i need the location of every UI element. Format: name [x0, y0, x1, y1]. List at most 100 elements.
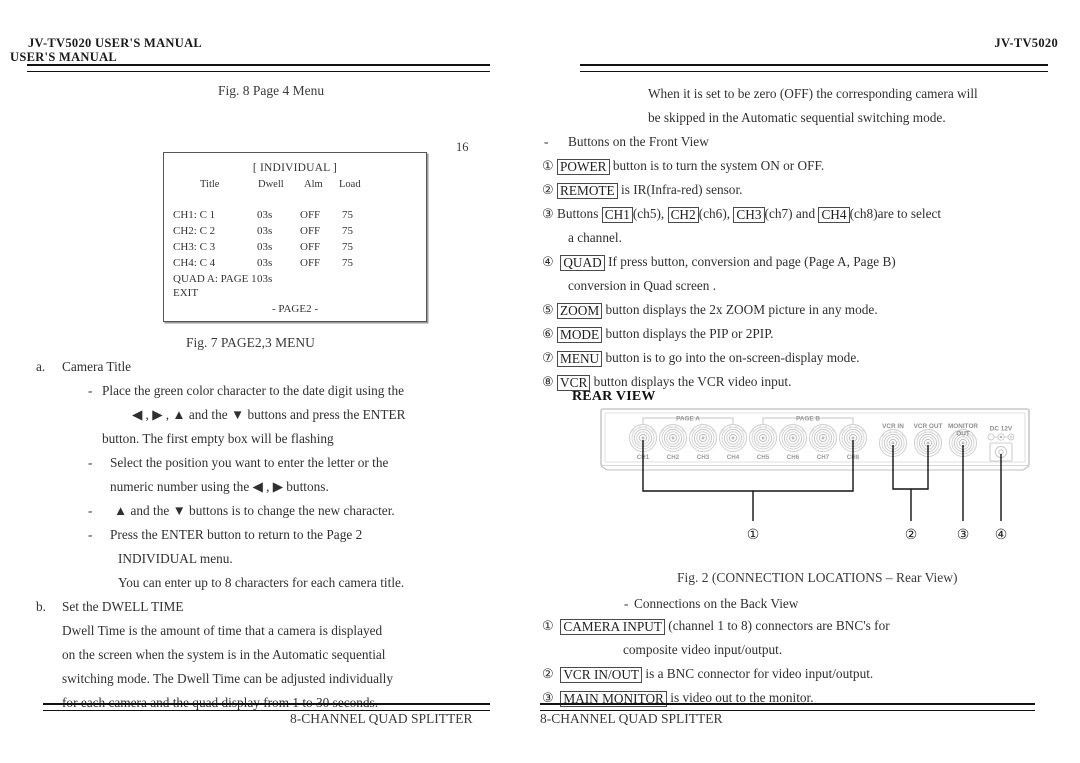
item-a-b1-line1: Place the green color character to the d…: [102, 383, 405, 398]
item-a-note: You can enter up to 8 characters for eac…: [118, 575, 405, 590]
back-view-dash: -: [624, 596, 629, 611]
group-label-page-a: PAGE A: [676, 416, 700, 423]
osd-row-alm: OFF: [300, 209, 321, 221]
rear-callout-3: ③: [957, 528, 970, 543]
osd-row: CH1: C 1 03s OFF 75: [164, 207, 426, 223]
remote-key: REMOTE: [557, 183, 618, 200]
front-item-8-text: button displays the VCR video input.: [593, 374, 792, 389]
footer-left: 8-CHANNEL QUAD SPLITTER: [290, 711, 473, 726]
osd-row-load: 75: [342, 241, 353, 253]
osd-row-dwell: 03s: [257, 209, 273, 221]
back-callout-number-2: ②: [542, 666, 554, 681]
menu-key: MENU: [557, 351, 603, 368]
bnc-label-ch3: CH3: [697, 454, 710, 461]
bnc-label-ch5: CH5: [757, 454, 770, 461]
osd-row-dwell: 03s: [257, 257, 273, 269]
front-item-3-seg1: (ch5),: [632, 206, 665, 221]
osd-row-dwell: 03s: [257, 225, 273, 237]
item-a-b4-line1: Press the ENTER button to return to the …: [110, 527, 363, 542]
bnc-label-ch7: CH7: [817, 454, 830, 461]
front-item-3: ③ Buttons CH1 (ch5), CH2 (ch6), CH3 (ch7) an…: [542, 202, 941, 226]
footer-rule-left: [43, 703, 490, 711]
osd-menu-box: [ INDIVIDUAL ] Title Dwell Alm Load CH1:…: [163, 152, 427, 322]
front-item-3-seg3: (ch7) and: [764, 206, 816, 221]
intro-line1: When it is set to be zero (OFF) the corr…: [648, 86, 978, 101]
rear-callout-2: ②: [905, 528, 918, 543]
osd-row-dwell: 03s: [257, 241, 273, 253]
back-item-1-text: (channel 1 to 8) connectors are BNC's fo…: [668, 618, 890, 633]
item-b-heading: Set the DWELL TIME: [62, 599, 184, 614]
front-item-7-text: button is to go into the on-screen-displ…: [605, 350, 860, 365]
rear-callout-4: ④: [995, 528, 1008, 543]
item-a-b4-line2: INDIVIDUAL menu.: [118, 551, 233, 566]
osd-row-name: QUAD A: PAGE 1: [173, 273, 257, 285]
item-a-b3-line1: ▲ and the ▼ buttons is to change the new…: [114, 503, 395, 518]
osd-row-name: CH1: C 1: [173, 209, 216, 221]
ch2-key: CH2: [667, 207, 699, 224]
callout-number-5: ⑤: [542, 302, 554, 317]
callout-number-2: ②: [542, 182, 554, 197]
camera-input-key: CAMERA INPUT: [560, 619, 665, 636]
figure-7-caption: Fig. 7 PAGE2,3 MENU: [186, 335, 315, 350]
bnc-label-ch6: CH6: [787, 454, 800, 461]
item-a-b2-line2: numeric number using the ◀ , ▶ buttons.: [110, 479, 329, 494]
bnc-label-ch4: CH4: [727, 454, 740, 461]
mode-key: MODE: [557, 327, 603, 344]
bullet-dash: -: [88, 527, 93, 542]
front-item-3-seg4: (ch8)are to select: [849, 206, 942, 221]
footer-right: 8-CHANNEL QUAD SPLITTER: [540, 711, 723, 726]
label-vcr-out: VCR OUT: [914, 423, 943, 430]
osd-row-alm: OFF: [300, 241, 321, 253]
header-rule-right: [580, 64, 1048, 72]
label-dc-12v: DC 12V: [990, 426, 1013, 433]
item-b-line3: switching mode. The Dwell Time can be ad…: [62, 671, 394, 686]
back-item-1-cont: composite video input/output.: [623, 642, 783, 657]
rear-panel-svg: PAGE A PAGE B CH1 CH2 CH3 CH4 CH5 CH6 CH…: [600, 408, 1030, 543]
osd-title: [ INDIVIDUAL ]: [252, 162, 338, 174]
osd-col-load: Load: [339, 179, 361, 190]
front-item-3-seg2: (ch6),: [698, 206, 731, 221]
callout-number-4: ④: [542, 254, 554, 269]
running-head-left-line2: USER'S MANUAL: [10, 50, 118, 64]
item-a-marker: a.: [36, 359, 46, 374]
ch3-key: CH3: [733, 207, 765, 224]
item-b-line2: on the screen when the system is in the …: [62, 647, 386, 662]
item-a-b1-line2: ◀ , ▶ , ▲ and the ▼ buttons and press th…: [132, 407, 406, 422]
osd-exit-item: EXIT: [173, 287, 199, 299]
vcr-in-out-key: VCR IN/OUT: [560, 667, 643, 684]
running-head-right: JV-TV5020: [994, 36, 1058, 50]
intro-line2: be skipped in the Automatic sequential s…: [648, 110, 946, 125]
front-item-6: ⑥ MODE button displays the PIP or 2PIP.: [542, 322, 773, 346]
bnc-label-ch2: CH2: [667, 454, 680, 461]
front-item-1-text: button is to turn the system ON or OFF.: [612, 158, 825, 173]
right-column: JV-TV5020 When it is set to be zero (OFF…: [540, 0, 1080, 763]
osd-row-load: 75: [342, 257, 353, 269]
front-item-5-text: button displays the 2x ZOOM picture in a…: [605, 302, 878, 317]
osd-row-dwell: 03s: [257, 273, 273, 285]
front-item-7: ⑦ MENU button is to go into the on-screen…: [542, 346, 860, 370]
back-item-2: ② VCR IN/OUT is a BNC connector for vide…: [542, 662, 873, 686]
ch1-key: CH1: [601, 207, 633, 224]
power-button-key: POWER: [557, 159, 610, 176]
callout-number-7: ⑦: [542, 350, 554, 365]
manual-page: JV-TV5020 USER'S MANUAL USER'S MANUAL Fi…: [0, 0, 1080, 763]
label-monitor: MONITOR: [948, 423, 978, 430]
bullet-dash: -: [88, 503, 93, 518]
bullet-dash: -: [88, 455, 93, 470]
callout-number-1: ①: [542, 158, 554, 173]
item-b-line1: Dwell Time is the amount of time that a …: [62, 623, 383, 638]
osd-col-dwell: Dwell: [258, 179, 284, 190]
header-rule-left: [27, 64, 490, 72]
label-vcr-in: VCR IN: [882, 423, 904, 430]
front-item-5: ⑤ ZOOM button displays the 2x ZOOM pictur…: [542, 298, 878, 322]
group-label-page-b: PAGE B: [796, 416, 820, 423]
bullet-dash: -: [88, 383, 93, 398]
front-item-2: ② REMOTE is IR(Infra-red) sensor.: [542, 178, 742, 202]
back-item-1: ① CAMERA INPUT (channel 1 to 8) connecto…: [542, 614, 890, 638]
osd-col-title: Title: [200, 179, 220, 190]
front-view-dash: -: [544, 134, 549, 149]
footer-rule-right: [540, 703, 1035, 711]
front-item-2-text: is IR(Infra-red) sensor.: [621, 182, 743, 197]
rear-view-heading: REAR VIEW: [572, 389, 656, 404]
item-b-marker: b.: [36, 599, 46, 614]
